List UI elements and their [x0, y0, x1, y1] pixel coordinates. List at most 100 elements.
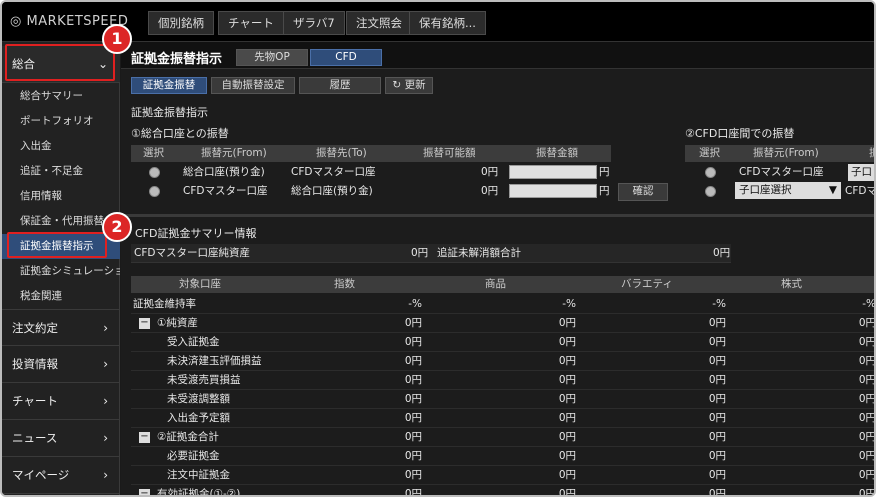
cfd-col-to: 振	[869, 145, 874, 162]
sidebar-item-margin-call[interactable]: 追証・不足金	[2, 159, 120, 184]
dropdown-arrow-icon: ▼	[828, 184, 837, 196]
radio-select-row2[interactable]	[149, 186, 160, 197]
chevron-right-icon: ›	[103, 431, 108, 445]
refresh-button[interactable]: ↻ 更新	[385, 77, 433, 94]
table-row: 受入証拠金 0円 0円 0円 0円	[131, 333, 874, 352]
tab-chart[interactable]: チャート	[218, 11, 284, 35]
cfd-col-select: 選択	[699, 147, 720, 159]
sub-account-select[interactable]: 子口座選択 ▼	[735, 182, 841, 199]
row-value: 0円	[558, 317, 576, 329]
summary-value-net-assets: 0円	[411, 247, 429, 259]
row-value: 0円	[558, 355, 576, 367]
row-value: 0円	[708, 412, 726, 424]
table-row: 未決済建玉評価損益 0円 0円 0円 0円	[131, 352, 876, 371]
transfer-available: 0円	[481, 166, 499, 178]
row-label: ①純資産	[157, 317, 198, 329]
top-toolbar: ◎ MARKETSPEED 個別銘柄 チャート ザラバ7 注文照会 保有銘柄..…	[2, 2, 874, 42]
row-value: 0円	[558, 488, 576, 497]
row-value: 0円	[858, 355, 876, 367]
collapse-icon[interactable]: −	[139, 432, 150, 443]
row-label: 証拠金維持率	[133, 298, 196, 310]
sidebar-item-summary[interactable]: 総合サマリー	[2, 84, 120, 109]
tab-cfd[interactable]: CFD	[310, 49, 382, 66]
subtab-margin-transfer[interactable]: 証拠金振替	[131, 77, 207, 94]
step-badge-1: 1	[102, 24, 132, 54]
row-label: ②証拠金合計	[157, 431, 219, 443]
row-value: 0円	[558, 431, 576, 443]
row-value: 0円	[858, 488, 876, 497]
sidebar-section-investment-info[interactable]: 投資情報 ›	[2, 346, 120, 383]
cfd-radio-row2[interactable]	[705, 186, 716, 197]
page-title: 証拠金振替指示	[131, 52, 223, 67]
row-label: 必要証拠金	[167, 450, 220, 462]
main-panel: 証拠金振替指示 先物OP CFD 証拠金振替 自動振替設定 履歴 ↻ 更新 証拠…	[121, 42, 876, 497]
right-section-label: ②CFD口座間での振替	[685, 127, 795, 140]
chevron-right-icon: ›	[103, 468, 108, 482]
sidebar-item-deposit[interactable]: 入出金	[2, 134, 120, 159]
chevron-right-icon: ›	[103, 321, 108, 335]
cfd-radio-row1[interactable]	[705, 167, 716, 178]
table-row: 未受渡売買損益 0円 0円 0円 0円	[131, 371, 874, 390]
transfer-amount-input[interactable]	[509, 165, 597, 179]
col-from: 振替元(From)	[201, 147, 267, 159]
row-value: 0円	[858, 393, 876, 405]
sidebar-item-portfolio[interactable]: ポートフォリオ	[2, 109, 120, 134]
collapse-icon[interactable]: −	[139, 489, 150, 495]
row-value: 0円	[708, 336, 726, 348]
sidebar: 総合 ⌄ 総合サマリー ポートフォリオ 入出金 追証・不足金 信用情報 保証金・…	[2, 42, 120, 495]
sidebar-item-margin-simulation[interactable]: 証拠金シミュレーション	[2, 259, 120, 284]
transfer-from: CFDマスター口座	[183, 185, 268, 197]
row-value: 0円	[404, 469, 422, 481]
row-value: 0円	[858, 412, 876, 424]
table-row: − ②証拠金合計 0円 0円 0円 0円	[131, 428, 874, 447]
row-value: 0円	[558, 412, 576, 424]
sidebar-item-tax[interactable]: 税金関連	[2, 284, 120, 309]
sidebar-section-orders[interactable]: 注文約定 ›	[2, 309, 120, 346]
row-value: 0円	[558, 450, 576, 462]
table-row: 注文中証拠金 0円 0円 0円 0円	[131, 466, 874, 485]
table-row: 入出金予定額 0円 0円 0円 0円	[131, 409, 876, 428]
confirm-button[interactable]: 確認	[618, 183, 668, 201]
tab-order-inquiry[interactable]: 注文照会	[346, 11, 412, 35]
highlight-sogo	[5, 44, 115, 81]
transfer-to: 総合口座(預り金)	[291, 185, 373, 197]
row-value: 0円	[708, 488, 726, 497]
row-value: 0円	[404, 450, 422, 462]
radio-select-row1[interactable]	[149, 167, 160, 178]
row-value: 0円	[404, 488, 422, 497]
row-value: 0円	[404, 431, 422, 443]
row-value: -%	[862, 298, 876, 310]
sidebar-section-news[interactable]: ニュース ›	[2, 420, 120, 457]
row-value: 0円	[558, 393, 576, 405]
cfd-to-select[interactable]: 子口	[848, 164, 874, 181]
tab-holdings[interactable]: 保有銘柄...	[409, 11, 486, 35]
row-value: 0円	[858, 317, 876, 329]
subtab-history[interactable]: 履歴	[299, 77, 381, 94]
subtab-auto-transfer[interactable]: 自動振替設定	[211, 77, 295, 94]
summary-label-net-assets: CFDマスター口座純資産	[134, 247, 250, 259]
summary-label-margin-call: 追証未解消額合計	[437, 247, 521, 259]
collapse-icon[interactable]: −	[139, 318, 150, 329]
sidebar-item-credit-info[interactable]: 信用情報	[2, 184, 120, 209]
col-to: 振替先(To)	[316, 147, 367, 159]
tab-zaraba[interactable]: ザラバ7	[283, 11, 345, 35]
transfer-amount-input[interactable]	[509, 184, 597, 198]
tab-individual-stock[interactable]: 個別銘柄	[148, 11, 214, 35]
sidebar-section-chart[interactable]: チャート ›	[2, 383, 120, 420]
table-row: − ①純資産 0円 0円 0円 0円	[131, 314, 876, 333]
cfd-to: CFDマ	[845, 185, 876, 197]
row-value: 0円	[708, 431, 726, 443]
transfer-to: CFDマスター口座	[291, 166, 376, 178]
col-available: 振替可能額	[423, 147, 476, 159]
row-label: 入出金予定額	[167, 412, 230, 424]
row-value: 0円	[404, 393, 422, 405]
row-label: 未決済建玉評価損益	[167, 355, 262, 367]
tab-futures-op[interactable]: 先物OP	[236, 49, 308, 66]
col-commodity: 商品	[485, 278, 506, 290]
row-value: 0円	[708, 450, 726, 462]
row-value: -%	[712, 298, 726, 310]
title-bar	[121, 42, 874, 69]
row-value: -%	[408, 298, 422, 310]
highlight-margin-transfer	[7, 232, 107, 258]
sidebar-section-mypage[interactable]: マイページ ›	[2, 457, 120, 494]
